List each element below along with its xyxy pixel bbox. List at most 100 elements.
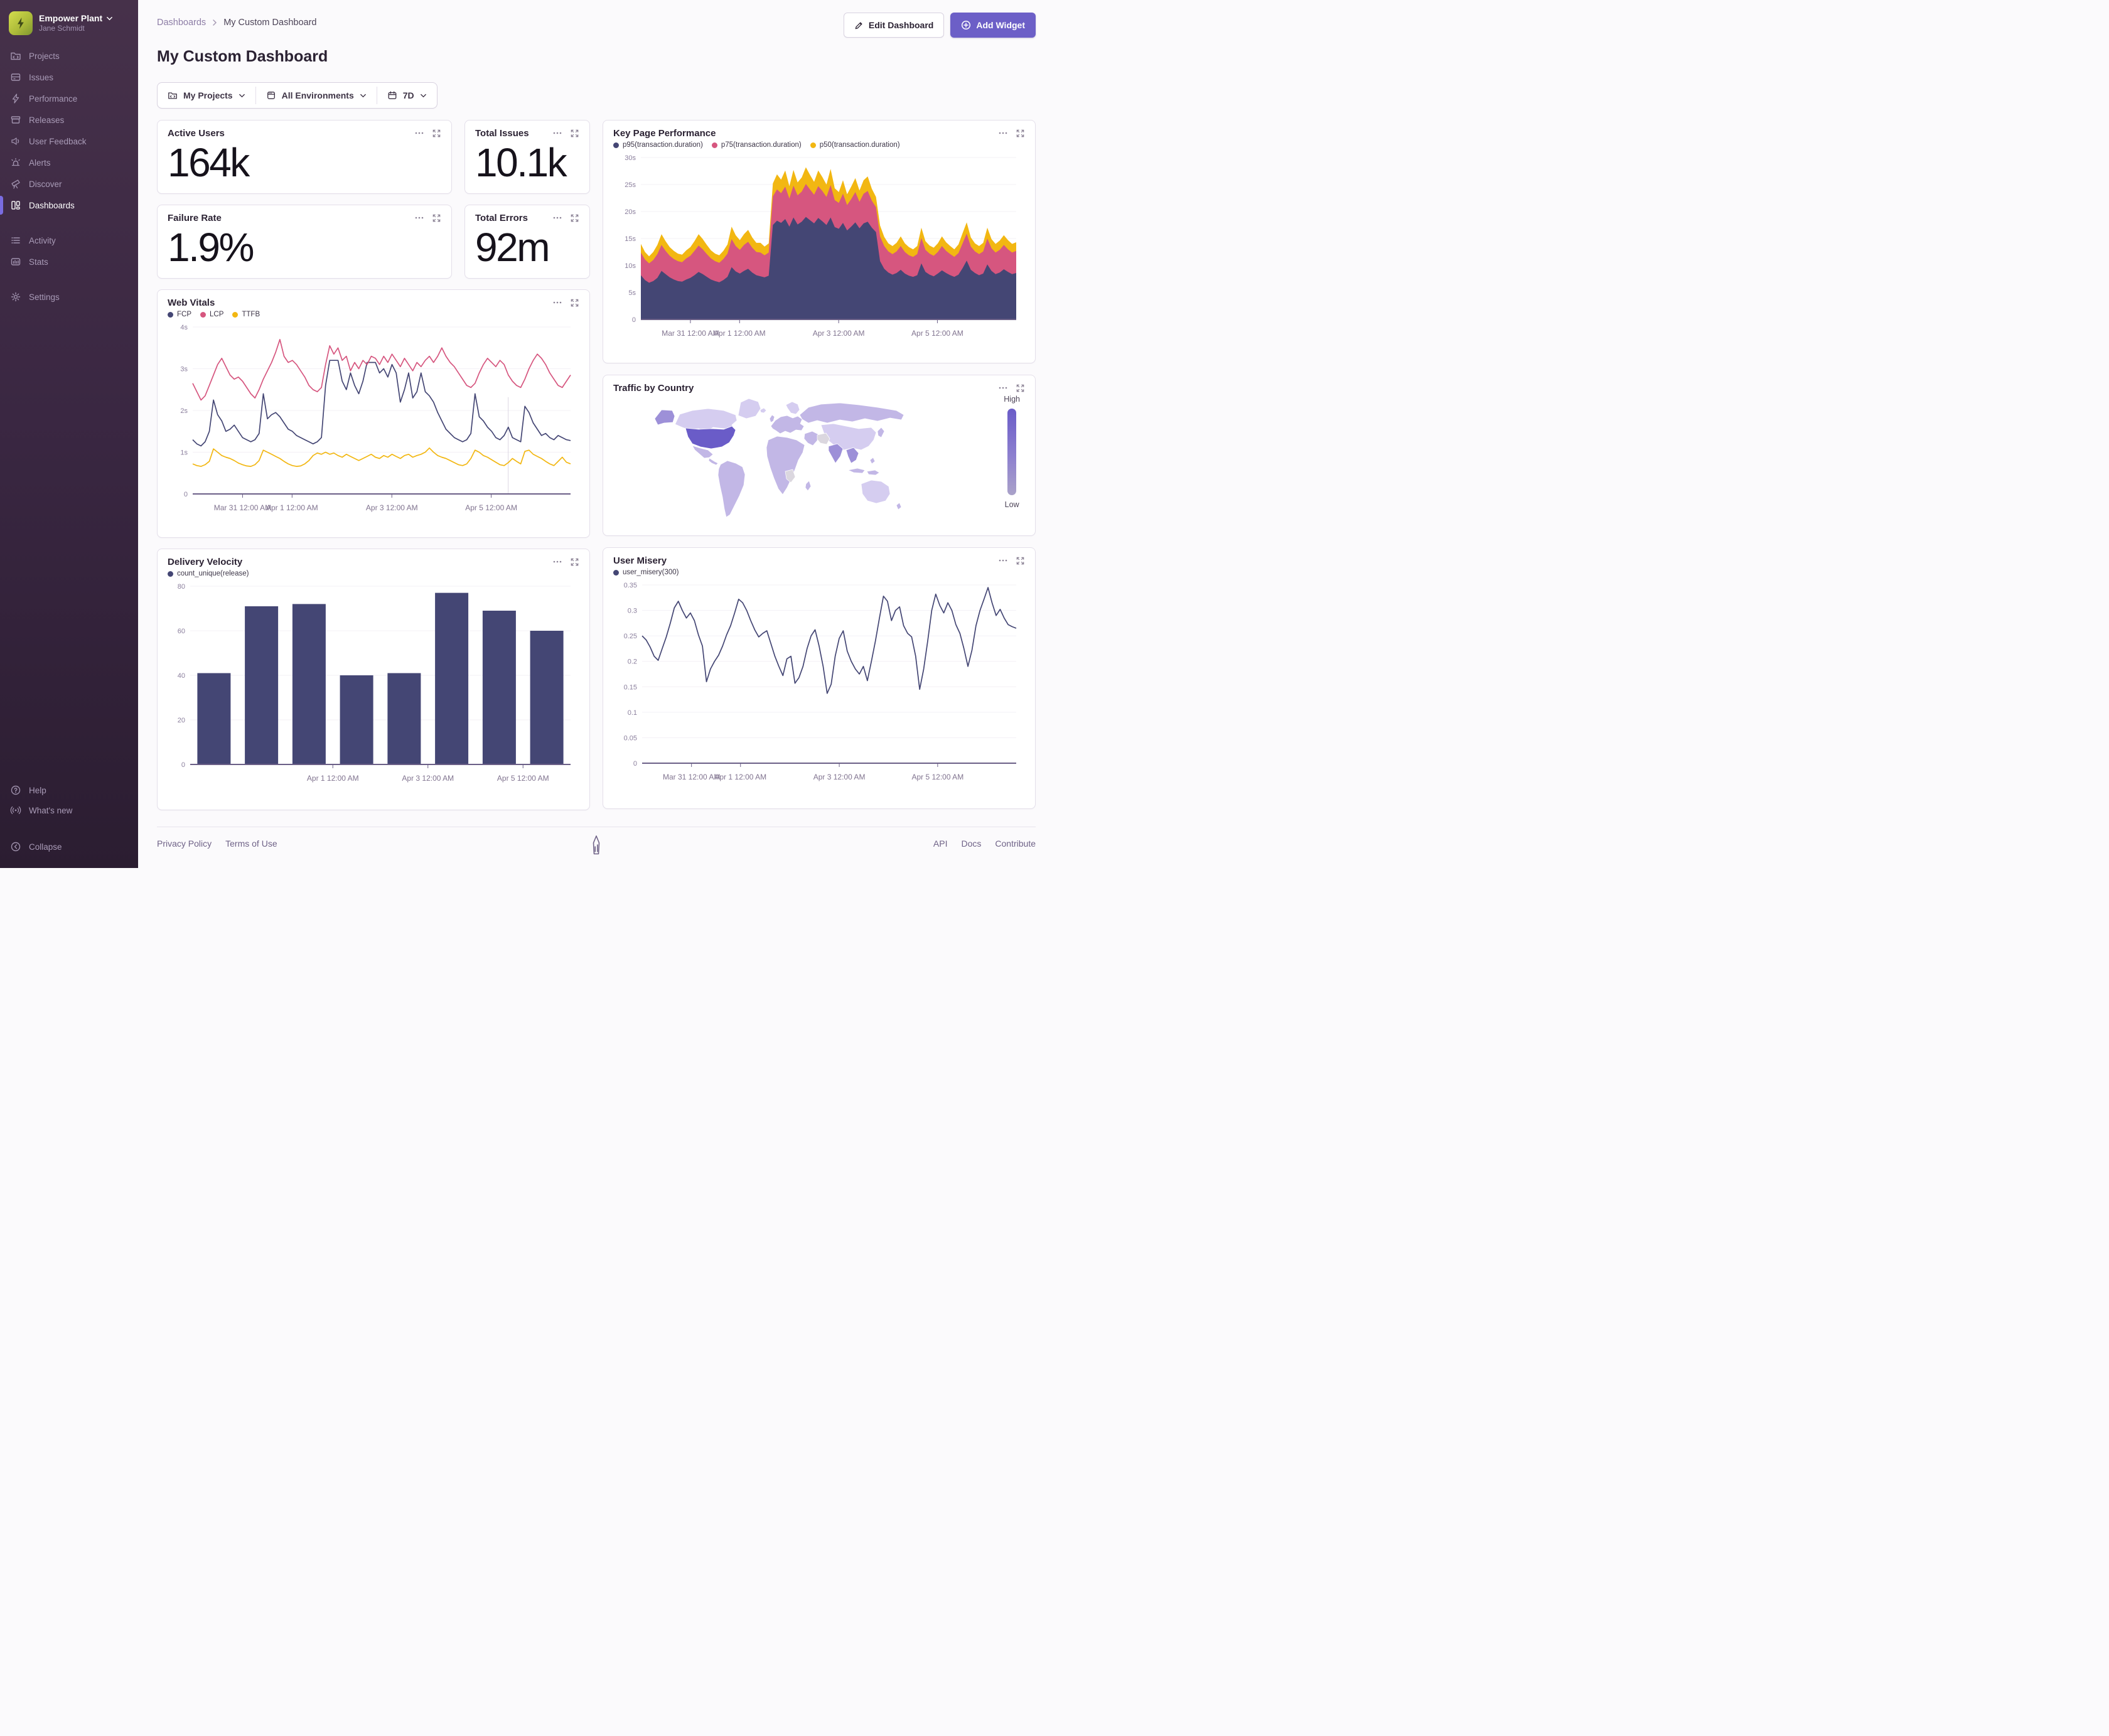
sidebar-item-alerts[interactable]: Alerts	[0, 152, 138, 173]
svg-text:0: 0	[633, 760, 637, 768]
legend-item-ttfb[interactable]: TTFB	[232, 311, 260, 318]
filter-bar: My Projects All Environments 7D	[157, 82, 437, 109]
sidebar-item-user-feedback[interactable]: User Feedback	[0, 131, 138, 152]
widget-expand-icon[interactable]	[432, 129, 441, 138]
sidebar-item-issues[interactable]: Issues	[0, 67, 138, 88]
date-range-filter[interactable]: 7D	[377, 83, 437, 108]
sidebar-item-collapse[interactable]: Collapse	[0, 837, 138, 857]
sidebar-item-discover[interactable]: Discover	[0, 173, 138, 195]
widget-menu-icon[interactable]	[998, 383, 1008, 393]
svg-text:Apr 1 12:00 AM: Apr 1 12:00 AM	[266, 503, 318, 512]
svg-text:20: 20	[178, 717, 185, 724]
legend-dot	[168, 571, 173, 577]
sentry-logo-icon[interactable]	[589, 835, 604, 858]
widget-menu-icon[interactable]	[552, 557, 562, 567]
svg-text:Apr 1 12:00 AM: Apr 1 12:00 AM	[307, 774, 359, 783]
chevron-down-icon	[107, 16, 113, 20]
svg-text:10s: 10s	[625, 262, 636, 270]
sidebar-item-settings[interactable]: Settings	[0, 286, 138, 308]
widget-expand-icon[interactable]	[1016, 383, 1025, 393]
legend-item-count-unique-release[interactable]: count_unique(release)	[168, 570, 249, 577]
widget-expand-icon[interactable]	[1016, 129, 1025, 138]
legend-item-p95[interactable]: p95(transaction.duration)	[613, 141, 703, 149]
svg-text:0.05: 0.05	[624, 734, 637, 742]
legend-item-fcp[interactable]: FCP	[168, 311, 191, 318]
svg-text:Apr 3 12:00 AM: Apr 3 12:00 AM	[813, 329, 865, 338]
chart-legend: count_unique(release)	[168, 570, 579, 577]
widget-expand-icon[interactable]	[570, 298, 579, 308]
legend-label: LCP	[210, 311, 224, 318]
sidebar-item-dashboards[interactable]: Dashboards	[0, 195, 138, 216]
environment-filter-label: All Environments	[281, 90, 354, 100]
svg-text:Apr 3 12:00 AM: Apr 3 12:00 AM	[813, 773, 866, 781]
legend-item-user-misery[interactable]: user_misery(300)	[613, 569, 679, 576]
widget-delivery-velocity: Delivery Velocity count_unique(release) …	[157, 549, 590, 810]
svg-text:1s: 1s	[180, 449, 188, 457]
widget-expand-icon[interactable]	[570, 557, 579, 567]
svg-text:Apr 3 12:00 AM: Apr 3 12:00 AM	[402, 774, 454, 783]
sidebar-item-help[interactable]: Help	[0, 780, 138, 800]
chart-legend: FCP LCP TTFB	[168, 311, 579, 318]
main-content: Dashboards My Custom Dashboard Edit Dash…	[138, 0, 1054, 862]
widget-menu-icon[interactable]	[414, 213, 424, 223]
broadcast-icon	[10, 806, 21, 815]
legend-item-p50[interactable]: p50(transaction.duration)	[810, 141, 900, 149]
environment-filter[interactable]: All Environments	[256, 83, 377, 108]
widget-menu-icon[interactable]	[552, 213, 562, 223]
terms-of-use-link[interactable]: Terms of Use	[225, 839, 277, 849]
org-switcher[interactable]: Empower Plant Jane Schmidt	[0, 9, 138, 45]
widget-menu-icon[interactable]	[552, 128, 562, 138]
sidebar-nav: Projects Issues Performance Releases Use…	[0, 45, 138, 308]
legend-item-lcp[interactable]: LCP	[200, 311, 223, 318]
legend-label: user_misery(300)	[623, 569, 679, 576]
sidebar-item-stats[interactable]: Stats	[0, 251, 138, 272]
sidebar-item-label: Stats	[29, 257, 48, 267]
big-number-value: 10.1k	[475, 140, 567, 185]
widget-menu-icon[interactable]	[998, 555, 1008, 565]
sidebar-item-label: Settings	[29, 292, 60, 302]
widget-expand-icon[interactable]	[570, 213, 579, 223]
sidebar-item-label: User Feedback	[29, 136, 87, 146]
legend-item-p75[interactable]: p75(transaction.duration)	[711, 141, 802, 149]
widget-expand-icon[interactable]	[432, 213, 441, 223]
sidebar-item-projects[interactable]: Projects	[0, 45, 138, 67]
widget-menu-icon[interactable]	[414, 128, 424, 138]
sidebar-item-activity[interactable]: Activity	[0, 230, 138, 251]
widget-expand-icon[interactable]	[1016, 556, 1025, 565]
activity-icon	[11, 237, 20, 244]
api-link[interactable]: API	[933, 839, 948, 849]
dashboards-icon	[11, 201, 20, 210]
svg-text:0.3: 0.3	[628, 608, 637, 615]
sidebar-item-label: Performance	[29, 94, 78, 104]
nav-divider	[0, 216, 138, 230]
svg-text:20s: 20s	[625, 208, 636, 216]
legend-dot	[232, 311, 239, 318]
svg-text:0.2: 0.2	[628, 658, 637, 666]
widget-menu-icon[interactable]	[998, 128, 1008, 138]
sidebar-item-label: Dashboards	[29, 200, 75, 210]
svg-text:0.25: 0.25	[624, 633, 637, 640]
widget-title: Failure Rate	[168, 213, 222, 223]
plus-circle-icon	[962, 20, 971, 30]
breadcrumb: Dashboards My Custom Dashboard	[157, 13, 316, 28]
docs-link[interactable]: Docs	[962, 839, 982, 849]
project-filter[interactable]: My Projects	[158, 83, 255, 108]
map-legend: High Low	[1004, 395, 1020, 523]
add-widget-button[interactable]: Add Widget	[950, 13, 1036, 38]
svg-text:0.15: 0.15	[624, 683, 637, 691]
sidebar-item-releases[interactable]: Releases	[0, 109, 138, 131]
sidebar-item-performance[interactable]: Performance	[0, 88, 138, 109]
contribute-link[interactable]: Contribute	[995, 839, 1036, 849]
privacy-policy-link[interactable]: Privacy Policy	[157, 839, 212, 849]
widget-menu-icon[interactable]	[552, 297, 562, 308]
breadcrumb-dashboards-link[interactable]: Dashboards	[157, 18, 206, 28]
chart-legend: user_misery(300)	[613, 569, 1025, 576]
sidebar-item-label: Activity	[29, 235, 56, 245]
svg-text:30s: 30s	[625, 154, 636, 162]
sidebar-item-whats-new[interactable]: What's new	[0, 800, 138, 820]
sidebar-bottom-nav: Help What's new Collapse	[0, 780, 138, 857]
edit-dashboard-button[interactable]: Edit Dashboard	[843, 13, 945, 38]
svg-text:0.1: 0.1	[628, 709, 637, 717]
svg-text:Apr 1 12:00 AM: Apr 1 12:00 AM	[714, 773, 766, 781]
widget-expand-icon[interactable]	[570, 129, 579, 138]
